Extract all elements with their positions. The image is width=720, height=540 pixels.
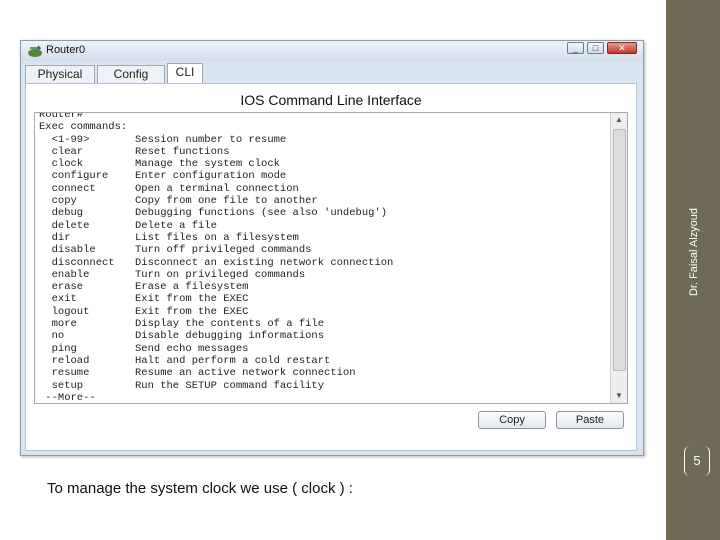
terminal-line: enable Turn on privileged commands (39, 269, 609, 281)
window-title: Router0 (46, 44, 86, 56)
terminal-line: copy Copy from one file to another (39, 195, 609, 207)
maximize-button[interactable]: □ (587, 42, 604, 54)
terminal-line: <1-99> Session number to resume (39, 134, 609, 146)
terminal-description: Open a terminal connection (135, 182, 299, 195)
router-icon (28, 45, 42, 57)
terminal-line: disable Turn off privileged commands (39, 244, 609, 256)
terminal-line: ping Send echo messages (39, 343, 609, 355)
terminal-command: erase (39, 281, 84, 294)
terminal-description: Reset functions (135, 145, 230, 158)
terminal-line: logout Exit from the EXEC (39, 306, 609, 318)
terminal-command: delete (39, 219, 90, 232)
terminal-command: ping (39, 342, 77, 355)
tab-config[interactable]: Config (97, 65, 165, 83)
terminal-lines: Router# Exec commands: <1-99> Session numb… (39, 112, 609, 404)
copy-button[interactable]: Copy (478, 411, 546, 429)
terminal-line: --More-- (39, 391, 609, 404)
tab-cli[interactable]: CLI (167, 63, 203, 83)
terminal-description: Delete a file (135, 219, 217, 232)
terminal-description: Exit from the EXEC (135, 293, 249, 306)
cli-panel: IOS Command Line Interface Router# Exec c… (25, 83, 637, 451)
terminal-description: Exit from the EXEC (135, 305, 249, 318)
terminal-description: Halt and perform a cold restart (135, 354, 331, 367)
terminal-command: configure (39, 170, 109, 183)
terminal-line: resume Resume an active network connectio… (39, 367, 609, 379)
terminal-line: delete Delete a file (39, 220, 609, 232)
paste-button[interactable]: Paste (556, 411, 624, 429)
terminal-line: no Disable debugging informations (39, 330, 609, 342)
terminal-description: Turn off privileged commands (135, 244, 312, 257)
terminal-line: clear Reset functions (39, 146, 609, 158)
title-bar[interactable]: Router0 _ □ ✕ (21, 41, 643, 61)
terminal-command: more (39, 318, 77, 331)
terminal-command: connect (39, 182, 96, 195)
terminal-description: Resume an active network connection (135, 367, 356, 380)
terminal-line: Exec commands: (39, 121, 609, 133)
terminal-command: disconnect (39, 256, 115, 269)
author-label: Dr. Faisal Alzyoud (688, 207, 700, 297)
terminal-command: debug (39, 207, 84, 220)
terminal-line: more Display the contents of a file (39, 318, 609, 330)
close-button[interactable]: ✕ (607, 42, 637, 54)
terminal-description: Enter configuration mode (135, 170, 287, 183)
terminal-description: Run the SETUP command facility (135, 379, 325, 392)
terminal-line: exit Exit from the EXEC (39, 293, 609, 305)
terminal-description: Display the contents of a file (135, 318, 325, 331)
terminal-command: clear (39, 145, 84, 158)
terminal-command: logout (39, 305, 90, 318)
terminal-description: Disconnect an existing network connectio… (135, 256, 394, 269)
terminal-line: erase Erase a filesystem (39, 281, 609, 293)
terminal-command: Router# (39, 112, 84, 121)
terminal-command: disable (39, 244, 96, 257)
scroll-thumb[interactable] (613, 129, 626, 371)
terminal-command: enable (39, 268, 90, 281)
terminal-description: Manage the system clock (135, 158, 280, 171)
terminal-line: reload Halt and perform a cold restart (39, 355, 609, 367)
tab-bar: Physical Config CLI (25, 61, 637, 83)
scroll-down-icon[interactable]: ▼ (611, 389, 627, 403)
terminal-command: dir (39, 231, 71, 244)
router-window: Router0 _ □ ✕ Physical Config CLI IOS Co… (20, 40, 644, 456)
terminal-command: reload (39, 354, 90, 367)
terminal-description: List files on a filesystem (135, 231, 299, 244)
terminal-line: Router# (39, 112, 609, 121)
terminal-description: Session number to resume (135, 133, 287, 146)
terminal-description: Erase a filesystem (135, 281, 249, 294)
terminal-description: Disable debugging informations (135, 330, 325, 343)
terminal-command: copy (39, 195, 77, 208)
terminal-description: Turn on privileged commands (135, 268, 306, 281)
terminal-command: resume (39, 367, 90, 380)
terminal-command: clock (39, 158, 84, 171)
terminal-command: Exec commands: (39, 121, 128, 134)
tab-physical[interactable]: Physical (25, 65, 95, 83)
terminal-description: Debugging functions (see also 'undebug') (135, 207, 388, 220)
terminal-line: configure Enter configuration mode (39, 170, 609, 182)
terminal-line: clock Manage the system clock (39, 158, 609, 170)
terminal-command: exit (39, 293, 77, 306)
scroll-up-icon[interactable]: ▲ (611, 113, 627, 127)
terminal-description: Send echo messages (135, 342, 249, 355)
terminal-line: disconnect Disconnect an existing network… (39, 257, 609, 269)
terminal-scrollbar[interactable]: ▲ ▼ (610, 113, 627, 403)
terminal-command: --More-- (39, 391, 96, 404)
terminal-output[interactable]: Router# Exec commands: <1-99> Session numb… (34, 112, 628, 404)
terminal-line: debug Debugging functions (see also 'unde… (39, 207, 609, 219)
page-number: 5 (684, 446, 710, 476)
terminal-command: setup (39, 379, 84, 392)
panel-title: IOS Command Line Interface (240, 92, 422, 108)
terminal-line: dir List files on a filesystem (39, 232, 609, 244)
slide-caption: To manage the system clock we use ( cloc… (47, 480, 353, 497)
terminal-line: connect Open a terminal connection (39, 183, 609, 195)
minimize-button[interactable]: _ (567, 42, 584, 54)
terminal-command: <1-99> (39, 133, 90, 146)
terminal-line: setup Run the SETUP command facility (39, 380, 609, 392)
terminal-description: Copy from one file to another (135, 195, 318, 208)
terminal-command: no (39, 330, 65, 343)
